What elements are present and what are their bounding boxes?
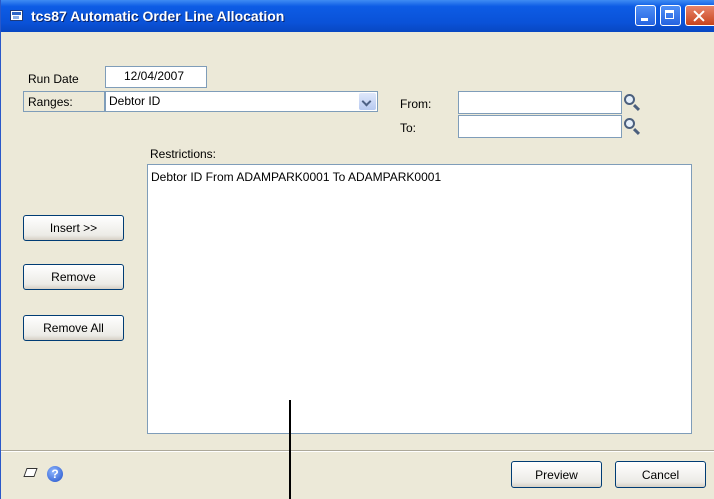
maximize-button[interactable] [660,5,681,26]
remove-all-button[interactable]: Remove All [23,315,124,341]
to-label: To: [400,121,417,135]
from-field[interactable] [458,91,622,114]
insert-button[interactable]: Insert >> [23,215,124,241]
run-date-label: Run Date [28,72,79,86]
restriction-item[interactable]: Debtor ID From ADAMPARK0001 To ADAMPARK0… [151,170,441,184]
cancel-button[interactable]: Cancel [615,461,706,488]
preview-button[interactable]: Preview [511,461,602,488]
help-icon[interactable]: ? [47,466,63,482]
window-form-icon [10,10,23,21]
run-date-field[interactable]: 12/04/2007 [105,66,207,88]
ranges-label-box: Ranges: [23,91,105,112]
to-field[interactable] [458,115,622,138]
ranges-label: Ranges: [28,95,73,109]
ranges-selected-value: Debtor ID [109,94,161,108]
from-lookup-magnifier-icon[interactable] [622,92,642,112]
chevron-down-icon[interactable] [359,93,376,110]
from-label: From: [400,97,432,111]
restrictions-list[interactable]: Debtor ID From ADAMPARK0001 To ADAMPARK0… [147,164,692,434]
window-title: tcs87 Automatic Order Line Allocation [31,8,285,24]
ranges-select[interactable]: Debtor ID [105,91,378,112]
note-icon[interactable] [23,467,39,479]
close-button[interactable] [685,5,714,26]
to-lookup-magnifier-icon[interactable] [622,116,642,136]
restrictions-label: Restrictions: [150,147,217,161]
minimize-button[interactable] [635,5,656,26]
text-cursor [289,400,291,499]
dialog-window: tcs87 Automatic Order Line Allocation Ru… [0,0,714,499]
title-bar[interactable]: tcs87 Automatic Order Line Allocation [1,0,714,32]
remove-button[interactable]: Remove [23,264,124,290]
